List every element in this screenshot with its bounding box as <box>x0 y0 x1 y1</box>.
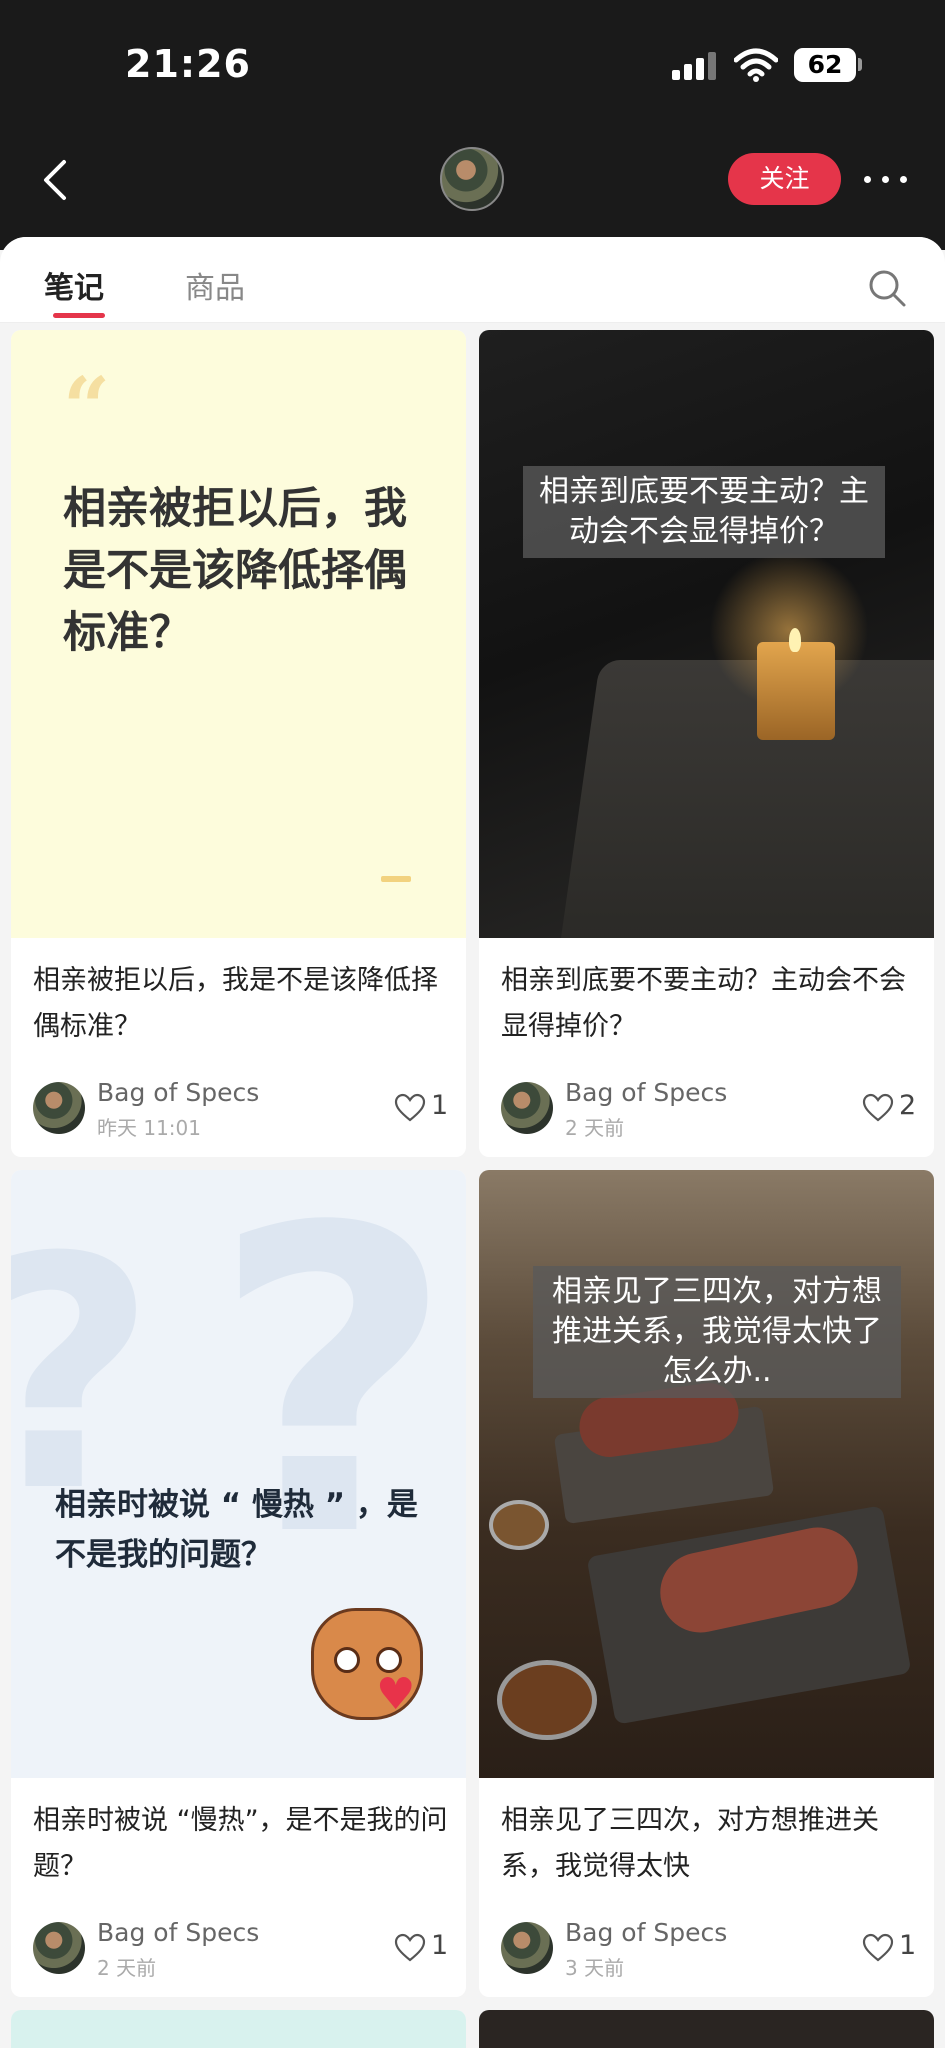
status-time: 21:26 <box>125 42 251 86</box>
avatar[interactable] <box>33 1922 85 1974</box>
avatar[interactable] <box>501 1922 553 1974</box>
heart-icon[interactable] <box>394 1933 426 1963</box>
candle <box>757 642 835 740</box>
author-name[interactable]: Bag of Specs <box>565 1078 727 1107</box>
heart-sticker-icon: ♥ <box>376 1669 416 1720</box>
like-count: 2 <box>899 1090 917 1121</box>
cover-caption: 相亲到底要不要主动？主动会不会显得掉价？ <box>523 466 885 558</box>
note-cover-image[interactable]: 相亲见了三四次，对方想推进关系，我觉得太快了 怎么办.. <box>479 1170 934 1778</box>
note-title[interactable]: 相亲时被说 “慢热”，是不是我的问题？ <box>33 1798 448 1890</box>
like-count: 1 <box>431 1930 449 1961</box>
profile-avatar[interactable] <box>440 147 504 211</box>
post-time: 3 天前 <box>565 1956 625 1980</box>
tab-notes[interactable]: 笔记 <box>44 263 104 307</box>
note-cover-image[interactable]: ? ? 相亲时被说 “ 慢热 ” ，是不是我的问题？ ♥ <box>11 1170 466 1778</box>
quote-icon: “ <box>63 360 111 456</box>
like-count: 1 <box>431 1090 449 1121</box>
decorative-dash <box>381 876 411 882</box>
tab-goods[interactable]: 商品 <box>185 263 245 307</box>
note-cover-image[interactable]: 相亲到底要不要主动？主动会不会显得掉价？ <box>479 330 934 938</box>
search-icon[interactable] <box>867 268 907 308</box>
back-icon[interactable] <box>36 156 76 204</box>
more-icon[interactable] <box>862 164 912 194</box>
tab-active-indicator <box>53 313 105 318</box>
sauce-dish <box>489 1500 549 1550</box>
post-time: 2 天前 <box>97 1956 157 1980</box>
signal-icon <box>672 52 720 80</box>
note-card[interactable]: 相亲见了三四次，对方想推进关系，我觉得太快了 怎么办.. 相亲见了三四次，对方想… <box>479 1170 934 1997</box>
battery-icon: 62 <box>794 48 856 82</box>
candle-flame <box>789 628 801 652</box>
note-card[interactable]: ? ? 相亲时被说 “ 慢热 ” ，是不是我的问题？ ♥ 相亲时被说 “慢热”，… <box>11 1170 466 1997</box>
avatar[interactable] <box>33 1082 85 1134</box>
note-title[interactable]: 相亲被拒以后，我是不是该降低择偶标准？ <box>33 958 448 1050</box>
heart-icon[interactable] <box>862 1933 894 1963</box>
follow-button[interactable]: 关注 <box>728 153 841 205</box>
avatar[interactable] <box>501 1082 553 1134</box>
like-count: 1 <box>899 1930 917 1961</box>
battery-cap <box>858 58 862 71</box>
note-card[interactable] <box>11 2010 466 2048</box>
note-card[interactable]: 相亲到底要不要主动？主动会不会显得掉价？ 相亲到底要不要主动？主动会不会显得掉价… <box>479 330 934 1157</box>
note-title[interactable]: 相亲到底要不要主动？主动会不会显得掉价？ <box>501 958 916 1050</box>
cat-sticker: ♥ <box>311 1608 423 1720</box>
tab-bar: 笔记 商品 <box>0 237 945 323</box>
table-surface <box>557 660 934 938</box>
note-card[interactable] <box>479 2010 934 2048</box>
note-title[interactable]: 相亲见了三四次，对方想推进关系，我觉得太快 <box>501 1798 916 1890</box>
note-card[interactable]: “ 相亲被拒以后，我是不是该降低择偶标准？ 相亲被拒以后，我是不是该降低择偶标准… <box>11 330 466 1157</box>
sauce-dish <box>497 1660 597 1740</box>
status-bar: 21:26 62 <box>0 0 945 130</box>
wifi-icon <box>734 48 778 82</box>
author-name[interactable]: Bag of Specs <box>97 1078 259 1107</box>
author-name[interactable]: Bag of Specs <box>97 1918 259 1947</box>
note-cover-image[interactable]: “ 相亲被拒以后，我是不是该降低择偶标准？ <box>11 330 466 938</box>
cover-text: 相亲被拒以后，我是不是该降低择偶标准？ <box>63 484 407 658</box>
heart-icon[interactable] <box>394 1093 426 1123</box>
post-time: 2 天前 <box>565 1116 625 1140</box>
note-cover-image[interactable] <box>479 2010 934 2048</box>
heart-icon[interactable] <box>862 1093 894 1123</box>
author-name[interactable]: Bag of Specs <box>565 1918 727 1947</box>
cover-text: 相亲时被说 “ 慢热 ” ，是不是我的问题？ <box>55 1487 418 1573</box>
profile-nav-bar: 关注 <box>0 140 945 220</box>
content-sheet: 笔记 商品 “ 相亲被拒以后，我是不是该降低择偶标准？ 相亲被拒以后，我是不是该… <box>0 237 945 2048</box>
note-cover-image[interactable] <box>11 2010 466 2048</box>
post-time: 昨天 11:01 <box>97 1116 201 1140</box>
cover-caption: 相亲见了三四次，对方想推进关系，我觉得太快了 怎么办.. <box>533 1266 901 1398</box>
